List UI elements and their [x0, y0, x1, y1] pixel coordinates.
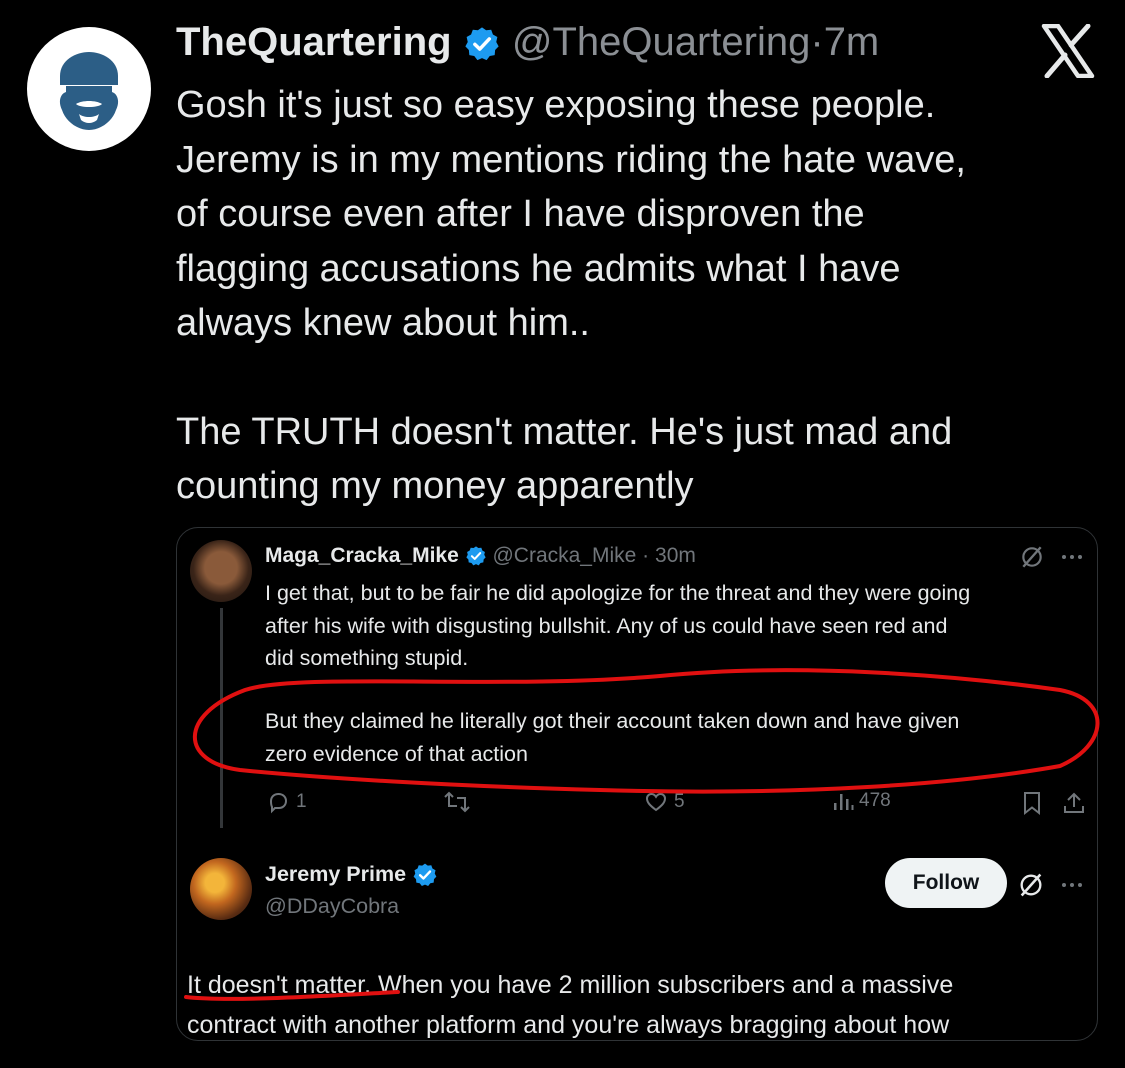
tweet-line: counting my money apparently	[176, 465, 694, 507]
verified-icon	[466, 546, 486, 566]
separator-dot: ·	[810, 20, 824, 64]
post1-header: Maga_Cracka_Mike @Cracka_Mike · 30m	[265, 544, 696, 568]
post2-author-handle[interactable]: @DDayCobra	[265, 890, 438, 922]
reply-count: 1	[296, 791, 307, 812]
follow-button[interactable]: Follow	[885, 858, 1007, 908]
post1-header-icons	[1019, 544, 1083, 570]
post2-line: It doesn't matter. When you have 2 milli…	[187, 971, 954, 999]
share-icon	[1064, 792, 1084, 813]
post1-line: zero evidence of that action	[265, 741, 528, 766]
views-action[interactable]: 478	[832, 790, 891, 812]
post1-avatar[interactable]	[190, 540, 252, 602]
author-handle[interactable]: @TheQuartering	[512, 20, 811, 64]
post1-timestamp[interactable]: 30m	[655, 544, 696, 567]
post1-actions: 1 5 478	[265, 790, 1085, 820]
more-icon[interactable]	[1061, 881, 1083, 889]
more-icon[interactable]	[1061, 553, 1083, 561]
reply-icon	[269, 792, 288, 814]
like-action[interactable]: 5	[643, 790, 685, 814]
tweet-header: TheQuartering @TheQuartering·7m	[176, 20, 879, 65]
tweet-line: Jeremy is in my mentions riding the hate…	[176, 138, 966, 181]
post1-text: I get that, but to be fair he did apolog…	[265, 577, 1085, 675]
view-count: 478	[859, 790, 891, 811]
verified-icon	[413, 863, 437, 887]
tweet-line: of course even after I have disproven th…	[176, 193, 865, 235]
x-logo-icon[interactable]	[1040, 24, 1096, 78]
post2-line: contract with another platform and you'r…	[187, 1011, 950, 1039]
repost-icon	[444, 791, 470, 813]
thread-line	[220, 608, 223, 828]
post1-line: I get that, but to be fair he did apolog…	[265, 581, 971, 605]
embedded-screenshot[interactable]: Maga_Cracka_Mike @Cracka_Mike · 30m I ge…	[176, 527, 1098, 1041]
bookmark-action[interactable]	[1021, 790, 1043, 816]
post2-header-icons	[1017, 871, 1083, 899]
bookmark-icon	[1024, 792, 1040, 816]
views-icon	[834, 794, 854, 810]
like-icon	[645, 792, 667, 812]
separator-dot: ·	[642, 544, 650, 567]
bearded-man-logo-icon	[59, 52, 119, 130]
post2-author-name[interactable]: Jeremy Prime	[265, 862, 406, 886]
repost-action[interactable]	[443, 790, 471, 814]
post1-line: did something stupid.	[265, 646, 469, 670]
tweet-line: flagging accusations he admits what I ha…	[176, 247, 901, 290]
author-avatar[interactable]	[27, 27, 151, 151]
post2-header: Jeremy Prime @DDayCobra	[265, 858, 438, 922]
author-name[interactable]: TheQuartering	[176, 20, 452, 64]
post2-text: It doesn't matter. When you have 2 milli…	[187, 965, 1087, 1040]
timestamp[interactable]: 7m	[824, 20, 880, 64]
tweet-line: The TRUTH doesn't matter. He's just mad …	[176, 410, 953, 453]
post1-line: after his wife with disgusting bullshit.…	[265, 613, 948, 638]
post1-line: But they claimed he literally got their …	[265, 709, 960, 733]
post2-avatar[interactable]	[190, 858, 252, 920]
verified-icon	[465, 27, 499, 61]
grok-icon[interactable]	[1017, 871, 1045, 899]
tweet-text: Gosh it's just so easy exposing these pe…	[176, 78, 1106, 514]
grok-icon[interactable]	[1019, 544, 1045, 570]
post1-author-handle[interactable]: @Cracka_Mike	[492, 544, 636, 567]
tweet-line: Gosh it's just so easy exposing these pe…	[176, 84, 936, 126]
reply-action[interactable]: 1	[265, 790, 307, 814]
tweet-line: always knew about him..	[176, 302, 590, 344]
post1-author-name[interactable]: Maga_Cracka_Mike	[265, 544, 459, 567]
like-count: 5	[674, 791, 685, 812]
share-action[interactable]	[1061, 790, 1087, 816]
post1-text-highlighted: But they claimed he literally got their …	[265, 705, 1085, 770]
